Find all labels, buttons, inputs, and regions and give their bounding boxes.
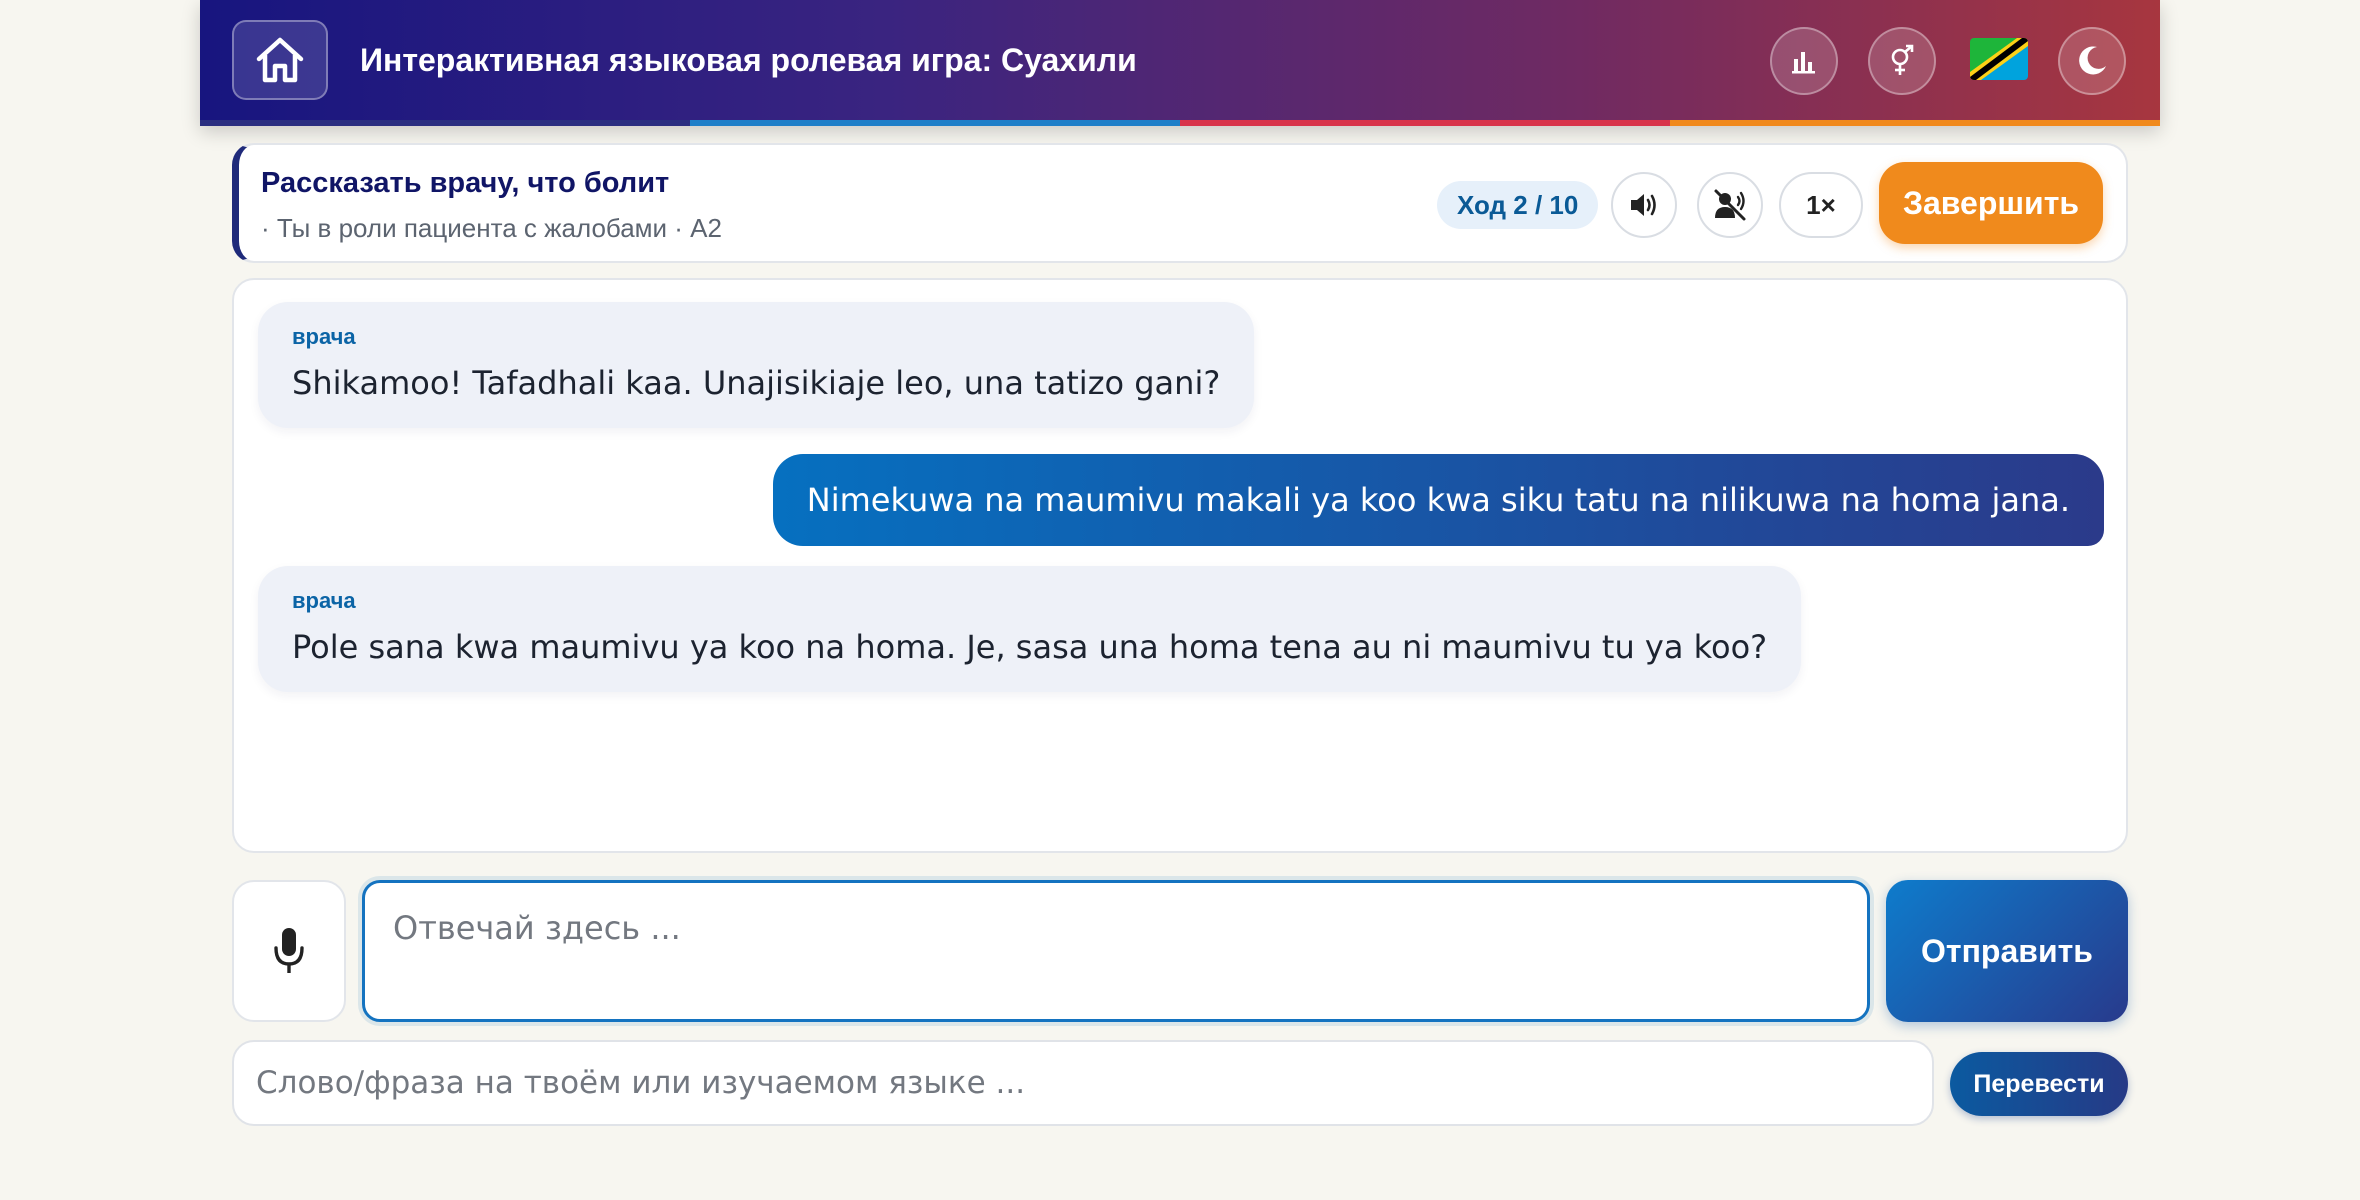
user-message: Nimekuwa na maumivu makali ya koo kwa si… (772, 454, 2104, 546)
stripe-segment (1670, 120, 2160, 126)
microphone-button[interactable] (232, 880, 346, 1022)
home-icon (256, 37, 304, 83)
message-speaker: врача (292, 324, 356, 349)
bot-message: врача Pole sana kwa maumivu ya koo na ho… (258, 566, 1802, 692)
scenario-title: Рассказать врачу, что болит (261, 167, 670, 199)
message-speaker: врача (292, 588, 356, 613)
audio-button[interactable] (1611, 172, 1677, 238)
gender-icon (1891, 44, 1914, 75)
speaker-icon (1631, 194, 1656, 216)
app-header: Интерактивная языковая ролевая игра: Суа… (200, 0, 2160, 126)
answer-input[interactable] (362, 880, 1870, 1022)
scenario-bar: Рассказать врачу, что болит · Ты в роли … (232, 143, 2128, 263)
auto-speech-toggle-button[interactable] (1697, 172, 1763, 238)
speech-off-icon (1714, 189, 1746, 221)
dark-mode-icon (2079, 46, 2106, 75)
speed-button[interactable]: 1× (1779, 172, 1863, 238)
stats-button[interactable] (1770, 27, 1838, 95)
bot-message: врача Shikamoo! Tafadhali kaa. Unajisiki… (258, 302, 1255, 428)
dark-mode-button[interactable] (2058, 27, 2126, 95)
turn-counter-badge: Ход 2 / 10 (1437, 181, 1599, 229)
translate-button[interactable]: Перевести (1950, 1052, 2128, 1116)
gender-button[interactable] (1868, 27, 1936, 95)
app-root: Интерактивная языковая ролевая игра: Суа… (0, 0, 2360, 1200)
stripe-segment (1180, 120, 1670, 126)
stats-icon (1792, 52, 1815, 74)
chat-panel: врача Shikamoo! Tafadhali kaa. Unajisiki… (232, 278, 2128, 853)
microphone-icon (274, 928, 304, 973)
language-flag-button[interactable] (1970, 38, 2028, 80)
send-button[interactable]: Отправить (1886, 880, 2128, 1022)
translate-input[interactable] (232, 1040, 1934, 1126)
app-title: Интерактивная языковая ролевая игра: Суа… (360, 41, 1137, 78)
message-text: Pole sana kwa maumivu ya koo na homa. Je… (292, 628, 1768, 666)
message-text: Shikamoo! Tafadhali kaa. Unajisikiaje le… (292, 364, 1221, 402)
stripe-segment (200, 120, 690, 126)
finish-button[interactable]: Завершить (1879, 162, 2103, 244)
stripe-segment (690, 120, 1180, 126)
tanzania-flag-icon (1970, 38, 2028, 80)
scenario-subtitle: · Ты в роли пациента с жалобами · A2 (261, 213, 722, 243)
home-button[interactable] (232, 20, 328, 100)
header-stripe (200, 120, 2160, 126)
